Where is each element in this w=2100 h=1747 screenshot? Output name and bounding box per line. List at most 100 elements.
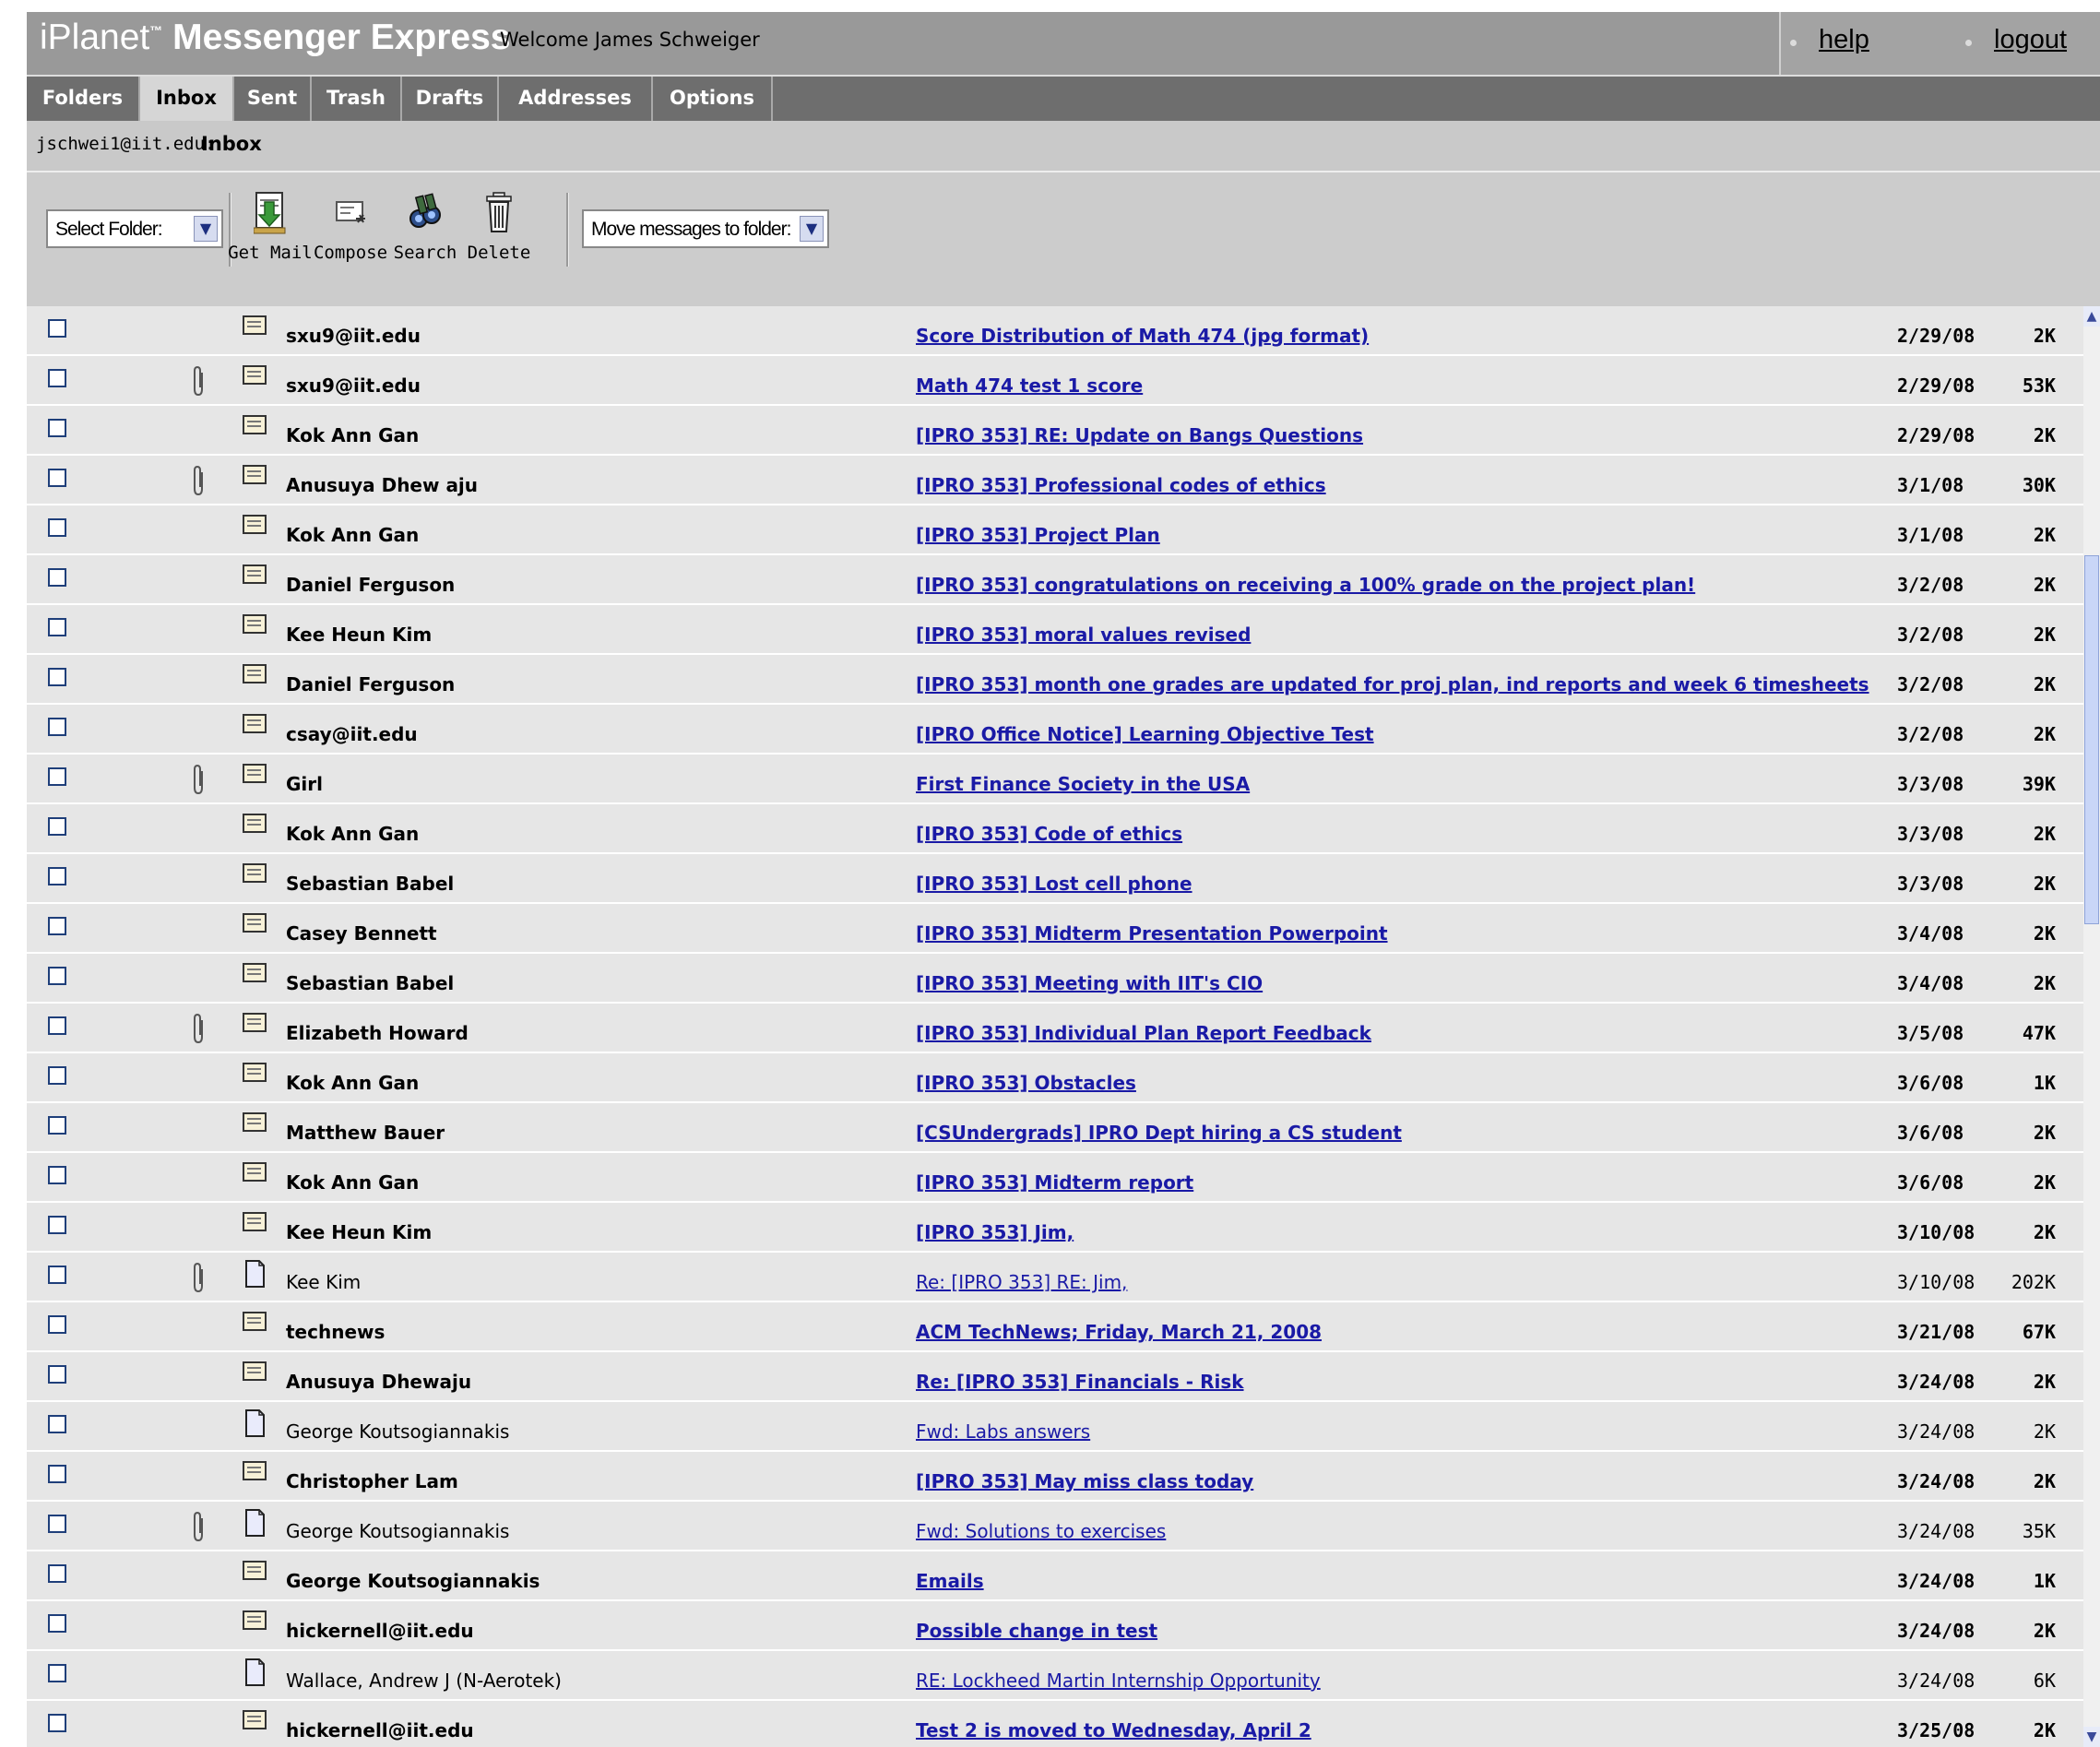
message-checkbox[interactable]: [48, 867, 66, 885]
message-row[interactable]: Daniel Ferguson [IPRO 353] month one grad…: [27, 655, 2083, 705]
message-subject-link[interactable]: Test 2 is moved to Wednesday, April 2: [916, 1719, 1311, 1741]
message-subject-link[interactable]: [IPRO 353] Lost cell phone: [916, 873, 1192, 895]
message-row[interactable]: Daniel Ferguson [IPRO 353] congratulation…: [27, 555, 2083, 605]
message-row[interactable]: Kok Ann Gan [IPRO 353] Code of ethics 3/3/…: [27, 804, 2083, 854]
message-subject-link[interactable]: [IPRO 353] moral values revised: [916, 624, 1251, 646]
message-row[interactable]: Girl First Finance Society in the USA 3/3/…: [27, 755, 2083, 804]
compose-button[interactable]: Compose: [314, 191, 387, 274]
message-subject-link[interactable]: [IPRO 353] Jim,: [916, 1221, 1074, 1243]
message-checkbox[interactable]: [48, 1564, 66, 1583]
move-to-folder-dropdown[interactable]: Move messages to folder: ▼: [582, 209, 829, 248]
message-row[interactable]: Kok Ann Gan [IPRO 353] Obstacles 3/6/08 1K: [27, 1053, 2083, 1103]
message-row[interactable]: csay@iit.edu [IPRO Office Notice] Learnin…: [27, 705, 2083, 755]
message-subject-link[interactable]: Possible change in test: [916, 1620, 1157, 1642]
get-mail-button[interactable]: Get Mail: [228, 191, 313, 274]
message-checkbox[interactable]: [48, 1714, 66, 1732]
message-checkbox[interactable]: [48, 668, 66, 686]
message-subject-link[interactable]: [IPRO 353] Midterm report: [916, 1171, 1193, 1194]
message-subject-link[interactable]: [IPRO 353] Code of ethics: [916, 823, 1182, 845]
message-row[interactable]: Kok Ann Gan [IPRO 353] Project Plan 3/1/08…: [27, 505, 2083, 555]
message-subject-link[interactable]: ACM TechNews; Friday, March 21, 2008: [916, 1321, 1322, 1343]
chevron-down-icon[interactable]: ▼: [800, 216, 824, 242]
select-folder-dropdown[interactable]: Select Folder: ▼: [46, 209, 223, 248]
message-subject-link[interactable]: Re: [IPRO 353] RE: Jim,: [916, 1271, 1127, 1293]
message-checkbox[interactable]: [48, 1266, 66, 1284]
message-subject-link[interactable]: Re: [IPRO 353] Financials - Risk: [916, 1371, 1244, 1393]
message-row[interactable]: Wallace, Andrew J (N-Aerotek) RE: Lockhee…: [27, 1651, 2083, 1701]
message-checkbox[interactable]: [48, 967, 66, 985]
message-row[interactable]: Kee Kim Re: [IPRO 353] RE: Jim, 3/10/08 202…: [27, 1253, 2083, 1302]
message-row[interactable]: Sebastian Babel [IPRO 353] Meeting with I…: [27, 954, 2083, 1004]
message-checkbox[interactable]: [48, 1315, 66, 1334]
message-row[interactable]: Casey Bennett [IPRO 353] Midterm Presenta…: [27, 904, 2083, 954]
message-row[interactable]: technews ACM TechNews; Friday, March 21, …: [27, 1302, 2083, 1352]
message-checkbox[interactable]: [48, 1216, 66, 1234]
logout-link[interactable]: logout: [1994, 25, 2067, 55]
message-subject-link[interactable]: [IPRO 353] Individual Plan Report Feedba…: [916, 1022, 1371, 1044]
delete-button[interactable]: Delete: [464, 191, 534, 274]
message-checkbox[interactable]: [48, 1415, 66, 1433]
message-subject-link[interactable]: First Finance Society in the USA: [916, 773, 1250, 795]
message-checkbox[interactable]: [48, 369, 66, 387]
message-checkbox[interactable]: [48, 1016, 66, 1035]
message-row[interactable]: sxu9@iit.edu Math 474 test 1 score 2/29/08…: [27, 356, 2083, 406]
tab-drafts[interactable]: Drafts: [402, 77, 499, 121]
message-subject-link[interactable]: Emails: [916, 1570, 984, 1592]
message-checkbox[interactable]: [48, 568, 66, 587]
message-checkbox[interactable]: [48, 1614, 66, 1633]
message-row[interactable]: Elizabeth Howard [IPRO 353] Individual Pl…: [27, 1004, 2083, 1053]
chevron-down-icon[interactable]: ▼: [194, 216, 218, 242]
tab-options[interactable]: Options: [653, 77, 773, 121]
message-checkbox[interactable]: [48, 518, 66, 537]
tab-folders[interactable]: Folders: [27, 77, 140, 121]
message-checkbox[interactable]: [48, 419, 66, 437]
message-checkbox[interactable]: [48, 1166, 66, 1184]
message-subject-link[interactable]: Fwd: Labs answers: [916, 1420, 1090, 1443]
help-link[interactable]: help: [1819, 25, 1869, 55]
message-checkbox[interactable]: [48, 319, 66, 338]
message-row[interactable]: hickernell@iit.edu Test 2 is moved to Wed…: [27, 1701, 2083, 1747]
message-checkbox[interactable]: [48, 1664, 66, 1682]
message-row[interactable]: Kee Heun Kim [IPRO 353] Jim, 3/10/08 2K: [27, 1203, 2083, 1253]
search-button[interactable]: Search: [390, 191, 460, 274]
message-subject-link[interactable]: [IPRO 353] month one grades are updated …: [916, 673, 1869, 695]
tab-sent[interactable]: Sent: [234, 77, 312, 121]
message-checkbox[interactable]: [48, 1116, 66, 1135]
message-checkbox[interactable]: [48, 1465, 66, 1483]
message-subject-link[interactable]: [IPRO 353] May miss class today: [916, 1470, 1253, 1492]
message-row[interactable]: Kok Ann Gan [IPRO 353] Midterm report 3/6/…: [27, 1153, 2083, 1203]
message-checkbox[interactable]: [48, 718, 66, 736]
message-subject-link[interactable]: [IPRO 353] congratulations on receiving …: [916, 574, 1695, 596]
tab-inbox[interactable]: Inbox: [140, 77, 234, 121]
message-subject-link[interactable]: [IPRO Office Notice] Learning Objective …: [916, 723, 1374, 745]
message-row[interactable]: Anusuya Dhewaju Re: [IPRO 353] Financials…: [27, 1352, 2083, 1402]
message-row[interactable]: George Koutsogiannakis Fwd: Labs answers 3…: [27, 1402, 2083, 1452]
message-subject-link[interactable]: Fwd: Solutions to exercises: [916, 1520, 1166, 1542]
message-row[interactable]: Matthew Bauer [CSUndergrads] IPRO Dept hi…: [27, 1103, 2083, 1153]
tab-trash[interactable]: Trash: [312, 77, 402, 121]
message-checkbox[interactable]: [48, 1365, 66, 1384]
scrollbar-thumb[interactable]: [2084, 555, 2099, 924]
message-row[interactable]: George Koutsogiannakis Fwd: Solutions to …: [27, 1502, 2083, 1551]
message-row[interactable]: sxu9@iit.edu Score Distribution of Math 4…: [27, 306, 2083, 356]
message-row[interactable]: Kee Heun Kim [IPRO 353] moral values revi…: [27, 605, 2083, 655]
scroll-down-icon[interactable]: ▼: [2083, 1727, 2100, 1747]
scroll-up-icon[interactable]: ▲: [2083, 306, 2100, 327]
message-checkbox[interactable]: [48, 1066, 66, 1085]
message-checkbox[interactable]: [48, 917, 66, 935]
message-row[interactable]: Sebastian Babel [IPRO 353] Lost cell phon…: [27, 854, 2083, 904]
message-checkbox[interactable]: [48, 1515, 66, 1533]
message-row[interactable]: hickernell@iit.edu Possible change in tes…: [27, 1601, 2083, 1651]
message-subject-link[interactable]: [IPRO 353] Project Plan: [916, 524, 1160, 546]
message-row[interactable]: Kok Ann Gan [IPRO 353] RE: Update on Bang…: [27, 406, 2083, 456]
message-subject-link[interactable]: RE: Lockheed Martin Internship Opportuni…: [916, 1670, 1321, 1692]
message-row[interactable]: Christopher Lam [IPRO 353] May miss class…: [27, 1452, 2083, 1502]
tab-addresses[interactable]: Addresses: [499, 77, 653, 121]
message-checkbox[interactable]: [48, 618, 66, 636]
message-subject-link[interactable]: [IPRO 353] Meeting with IIT's CIO: [916, 972, 1263, 994]
vertical-scrollbar[interactable]: ▲ ▼: [2083, 306, 2100, 1747]
message-subject-link[interactable]: Score Distribution of Math 474 (jpg form…: [916, 325, 1369, 347]
message-subject-link[interactable]: [IPRO 353] Midterm Presentation Powerpoi…: [916, 922, 1388, 945]
message-checkbox[interactable]: [48, 817, 66, 836]
message-subject-link[interactable]: [CSUndergrads] IPRO Dept hiring a CS stu…: [916, 1122, 1402, 1144]
